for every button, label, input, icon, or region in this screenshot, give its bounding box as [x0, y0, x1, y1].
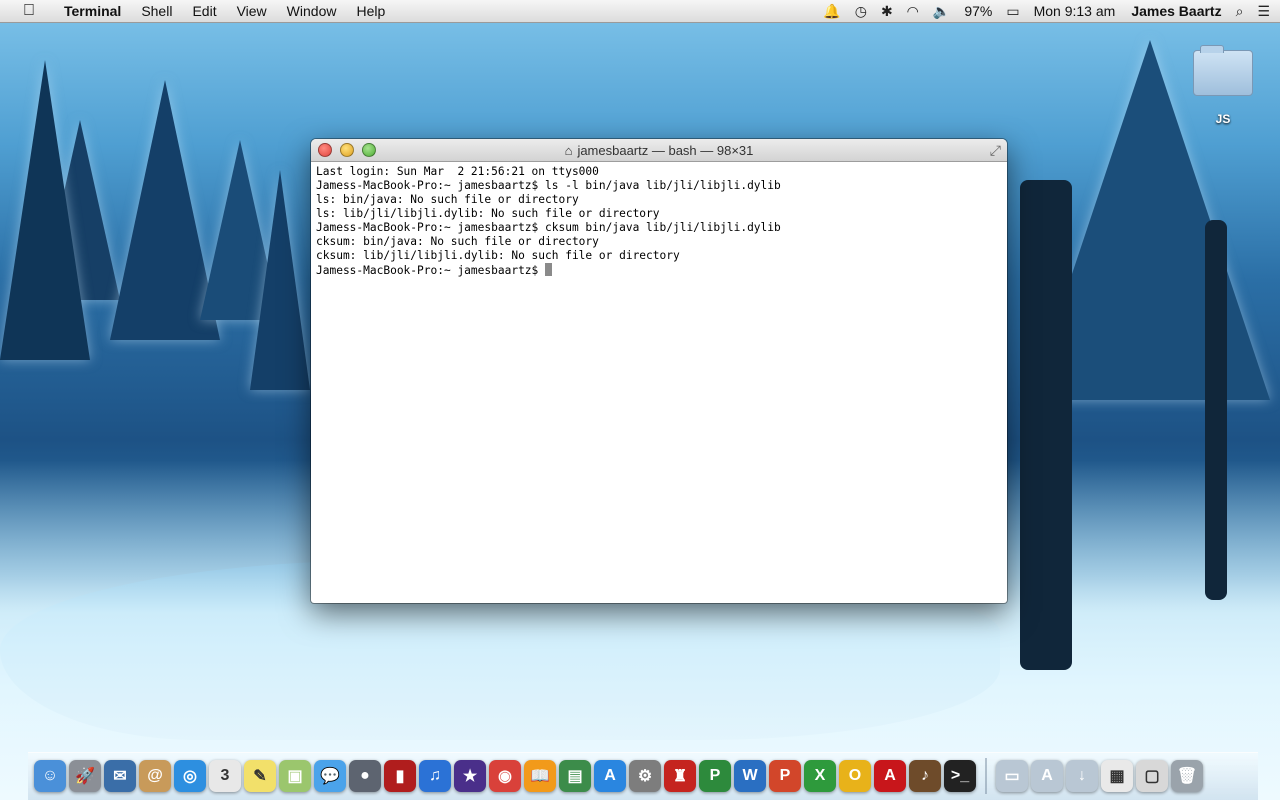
minimize-button[interactable]: [340, 143, 354, 157]
wifi-icon[interactable]: ◠: [907, 3, 919, 20]
notification-bell-icon[interactable]: 🔔: [823, 3, 840, 20]
terminal-icon[interactable]: >_: [944, 760, 976, 792]
menu-edit[interactable]: Edit: [182, 3, 226, 19]
volume-icon[interactable]: 🔈: [933, 3, 950, 20]
wallpaper-tree: [250, 170, 310, 390]
menu-bar:  Terminal Shell Edit View Window Help 🔔…: [0, 0, 1280, 23]
iphoto-icon[interactable]: ▤: [559, 760, 591, 792]
excel-icon[interactable]: X: [804, 760, 836, 792]
terminal-line: Last login: Sun Mar 2 21:56:21 on ttys00…: [316, 165, 599, 178]
terminal-window: ⌂ jamesbaartz — bash — 98×31 ⤢ Last logi…: [311, 139, 1007, 603]
menu-help[interactable]: Help: [346, 3, 395, 19]
messages-icon[interactable]: 💬: [314, 760, 346, 792]
menu-shell[interactable]: Shell: [131, 3, 182, 19]
menu-view[interactable]: View: [227, 3, 277, 19]
terminal-prompt: Jamess-MacBook-Pro:~ jamesbaartz$: [316, 264, 546, 277]
photos-icon[interactable]: ▣: [279, 760, 311, 792]
time-machine-icon[interactable]: ◷: [855, 3, 867, 20]
terminal-prompt-line: Jamess-MacBook-Pro:~ jamesbaartz$: [316, 263, 1002, 278]
menu-app-terminal[interactable]: Terminal: [54, 3, 131, 19]
desktop-folder-label: JS: [1215, 112, 1231, 126]
terminal-line: Jamess-MacBook-Pro:~ jamesbaartz$ cksum …: [316, 221, 781, 234]
downloads-stack-icon[interactable]: ↓: [1066, 760, 1098, 792]
mail-stamp-icon[interactable]: ✉: [104, 760, 136, 792]
powerpoint-icon[interactable]: P: [769, 760, 801, 792]
terminal-line: ls: lib/jli/libjli.dylib: No such file o…: [316, 207, 660, 220]
terminal-line: cksum: bin/java: No such file or directo…: [316, 235, 599, 248]
bluetooth-icon[interactable]: ✱: [881, 3, 893, 20]
terminal-line: ls: bin/java: No such file or directory: [316, 193, 579, 206]
notification-center-icon[interactable]: ☰: [1257, 3, 1270, 20]
window-stack-icon[interactable]: ▢: [1136, 760, 1168, 792]
terminal-cursor: [545, 263, 553, 276]
wallpaper-trunk: [1205, 220, 1227, 600]
game-icon[interactable]: ♜: [664, 760, 696, 792]
itunes-icon[interactable]: ♫: [419, 760, 451, 792]
garageband-icon[interactable]: ♪: [909, 760, 941, 792]
screenshot-stack-icon[interactable]: ▦: [1101, 760, 1133, 792]
terminal-line: Jamess-MacBook-Pro:~ jamesbaartz$ ls -l …: [316, 179, 781, 192]
applications-stack-icon[interactable]: A: [1031, 760, 1063, 792]
fullscreen-icon[interactable]: ⤢: [990, 142, 1001, 159]
window-controls: [318, 143, 376, 157]
safari-icon[interactable]: ◎: [174, 760, 206, 792]
zoom-button[interactable]: [362, 143, 376, 157]
launchpad-icon[interactable]: 🚀: [69, 760, 101, 792]
contacts-icon[interactable]: @: [139, 760, 171, 792]
project-icon[interactable]: P: [699, 760, 731, 792]
terminal-output[interactable]: Last login: Sun Mar 2 21:56:21 on ttys00…: [311, 162, 1007, 281]
menu-window[interactable]: Window: [277, 3, 347, 19]
spotlight-search-icon[interactable]: ⌕: [1236, 3, 1244, 20]
dock-separator: [985, 758, 987, 794]
ibooks-icon[interactable]: 📖: [524, 760, 556, 792]
status-area: 🔔 ◷ ✱ ◠ 🔈 97% ▭ Mon 9:13 am James Baartz…: [823, 0, 1270, 22]
system-preferences-icon[interactable]: ⚙: [629, 760, 661, 792]
folder-icon: [1193, 45, 1253, 96]
documents-stack-icon[interactable]: ▭: [996, 760, 1028, 792]
wallpaper-tree: [0, 60, 90, 360]
battery-percent[interactable]: 97%: [964, 3, 992, 19]
desktop-folder[interactable]: JS: [1192, 45, 1254, 126]
close-button[interactable]: [318, 143, 332, 157]
word-icon[interactable]: W: [734, 760, 766, 792]
terminal-line: cksum: lib/jli/libjli.dylib: No such fil…: [316, 249, 680, 262]
calendar-icon[interactable]: 3: [209, 760, 241, 792]
trash-icon[interactable]: 🗑: [1171, 760, 1203, 792]
acrobat-icon[interactable]: A: [874, 760, 906, 792]
menu-clock[interactable]: Mon 9:13 am: [1034, 3, 1116, 19]
apple-icon[interactable]: : [18, 2, 40, 20]
window-titlebar[interactable]: ⌂ jamesbaartz — bash — 98×31 ⤢: [311, 139, 1007, 162]
facetime-icon[interactable]: ●: [349, 760, 381, 792]
finder-icon[interactable]: ☺: [34, 760, 66, 792]
wallpaper-trunk: [1020, 180, 1072, 670]
battery-icon[interactable]: ▭: [1006, 3, 1019, 20]
photo-booth-icon[interactable]: ▮: [384, 760, 416, 792]
dock: ☺ 🚀 ✉ @ ◎ 3 ✎ ▣ 💬 ● ▮ ♫ ★ ◉ 📖 ▤ A ⚙ ♜ P W P X O A ♪ >_ ▭ A ↓ ▦ ▢ 🗑: [28, 752, 1258, 800]
imovie-icon[interactable]: ★: [454, 760, 486, 792]
home-icon: ⌂: [564, 142, 573, 158]
user-name[interactable]: James Baartz: [1131, 3, 1221, 19]
window-title: jamesbaartz — bash — 98×31: [577, 142, 754, 158]
app-store-icon[interactable]: A: [594, 760, 626, 792]
outlook-icon[interactable]: O: [839, 760, 871, 792]
stickies-icon[interactable]: ✎: [244, 760, 276, 792]
chrome-icon[interactable]: ◉: [489, 760, 521, 792]
